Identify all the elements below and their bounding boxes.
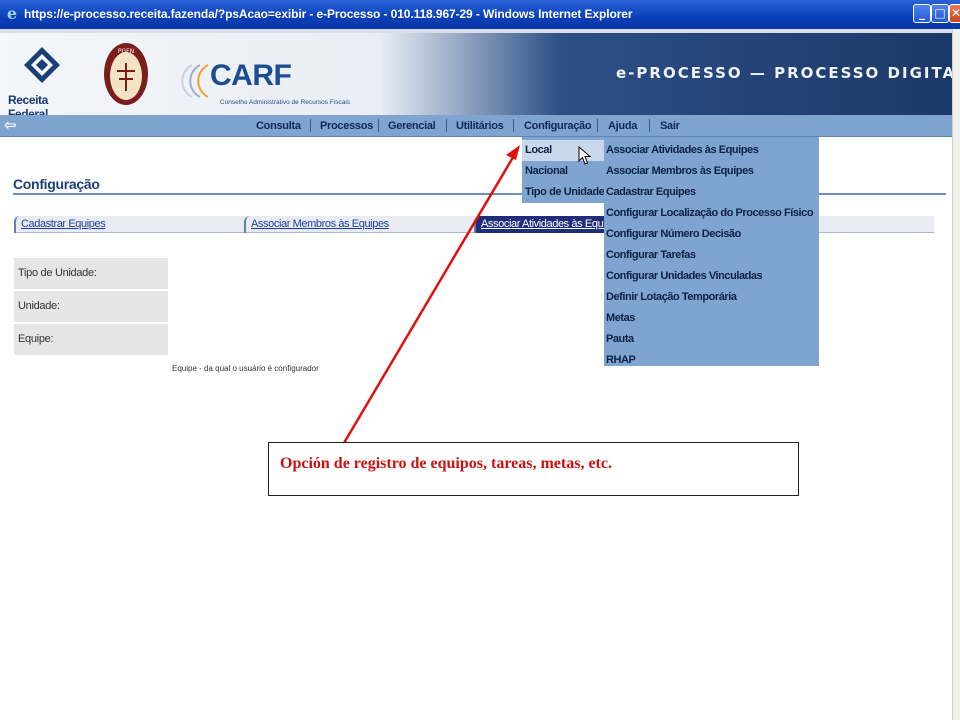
mouse-cursor-icon bbox=[578, 146, 591, 165]
submenu-configurar-numero-decisao[interactable]: Configurar Número Decisão bbox=[604, 224, 819, 245]
tab-associar-membros[interactable]: Associar Membros às Equipes bbox=[244, 216, 389, 233]
nav-item-processos[interactable]: Processos bbox=[320, 120, 373, 132]
nav-item-configuracao[interactable]: Configuração bbox=[524, 120, 592, 132]
banner-stripe bbox=[0, 29, 952, 33]
receita-federal-logo: Receita Federal bbox=[8, 39, 78, 115]
menu-item-tipo-de-unidade[interactable]: Tipo de Unidade bbox=[522, 182, 605, 203]
nav-separator bbox=[513, 119, 514, 132]
vertical-scrollbar[interactable] bbox=[952, 29, 960, 720]
submenu-rhap[interactable]: RHAP bbox=[604, 350, 819, 371]
internet-explorer-icon: e bbox=[6, 4, 18, 23]
window-title-bar[interactable]: e https://e-processo.receita.fazenda/?ps… bbox=[0, 0, 960, 29]
unidade-label: Unidade: bbox=[14, 291, 168, 322]
nav-separator bbox=[649, 119, 650, 132]
receita-federal-emblem-icon bbox=[24, 47, 60, 83]
menu-item-nacional[interactable]: Nacional bbox=[522, 161, 604, 182]
minimize-button[interactable]: _ bbox=[913, 4, 931, 23]
nav-item-ajuda[interactable]: Ajuda bbox=[608, 120, 637, 132]
carf-title: CARF bbox=[210, 59, 292, 92]
annotation-box: Opción de registro de equipos, tareas, m… bbox=[268, 442, 799, 496]
nav-separator bbox=[597, 119, 598, 132]
tab-associar-atividades[interactable]: Associar Atividades às Equip bbox=[474, 216, 611, 233]
pgfn-logo: PGFN bbox=[103, 41, 149, 107]
window-title: https://e-processo.receita.fazenda/?psAc… bbox=[24, 7, 633, 21]
submenu-configurar-localizacao[interactable]: Configurar Localização do Processo Físic… bbox=[604, 203, 819, 224]
submenu-pauta[interactable]: Pauta bbox=[604, 329, 819, 350]
submenu-definir-lotacao[interactable]: Definir Lotação Temporária bbox=[604, 287, 819, 308]
equipe-label: Equipe: bbox=[14, 324, 168, 355]
carf-logo: CARF Conselho Administrativo de Recursos… bbox=[170, 59, 360, 109]
tab-cadastrar-equipes[interactable]: Cadastrar Equipes bbox=[14, 216, 106, 233]
system-title: e-PROCESSO — PROCESSO DIGITAL bbox=[616, 64, 952, 82]
submenu-configurar-unidades[interactable]: Configurar Unidades Vinculadas bbox=[604, 266, 819, 287]
configuracao-menu: Local Nacional Tipo de Unidade bbox=[522, 137, 605, 203]
equipe-note: Equipe - da qual o usuário é configurado… bbox=[172, 364, 319, 373]
nav-item-gerencial[interactable]: Gerencial bbox=[388, 120, 436, 132]
submenu-cadastrar-equipes[interactable]: Cadastrar Equipes bbox=[604, 182, 819, 203]
back-arrow-icon[interactable]: ⇦ bbox=[4, 117, 20, 133]
submenu-metas[interactable]: Metas bbox=[604, 308, 819, 329]
nav-item-utilitarios[interactable]: Utilitários bbox=[456, 120, 504, 132]
nav-separator bbox=[310, 119, 311, 132]
carf-arcs-icon bbox=[181, 64, 209, 98]
close-button[interactable]: ✕ bbox=[949, 4, 960, 23]
receita-federal-label: Receita Federal bbox=[8, 93, 48, 115]
local-submenu: Associar Atividades às Equipes Associar … bbox=[604, 137, 819, 366]
submenu-associar-membros[interactable]: Associar Membros às Equipes bbox=[604, 161, 819, 182]
site-banner: Receita Federal PGFN CARF Conselho Admin… bbox=[0, 29, 952, 115]
tipo-unidade-label: Tipo de Unidade: bbox=[14, 258, 168, 289]
nav-item-sair[interactable]: Sair bbox=[660, 120, 680, 132]
nav-separator bbox=[446, 119, 447, 132]
carf-subtitle: Conselho Administrativo de Recursos Fisc… bbox=[220, 99, 351, 106]
pgfn-seal-icon: PGFN bbox=[104, 43, 148, 105]
submenu-associar-atividades[interactable]: Associar Atividades às Equipes bbox=[604, 140, 819, 161]
pgfn-label: PGFN bbox=[118, 48, 134, 55]
annotation-text: Opción de registro de equipos, tareas, m… bbox=[280, 455, 612, 472]
page-title: Configuração bbox=[13, 176, 100, 192]
maximize-button[interactable]: □ bbox=[931, 4, 949, 23]
nav-item-consulta[interactable]: Consulta bbox=[256, 120, 301, 132]
nav-separator bbox=[378, 119, 379, 132]
submenu-configurar-tarefas[interactable]: Configurar Tarefas bbox=[604, 245, 819, 266]
main-nav: ⇦ Consulta Processos Gerencial Utilitári… bbox=[0, 115, 952, 137]
menu-item-local[interactable]: Local bbox=[522, 140, 604, 161]
